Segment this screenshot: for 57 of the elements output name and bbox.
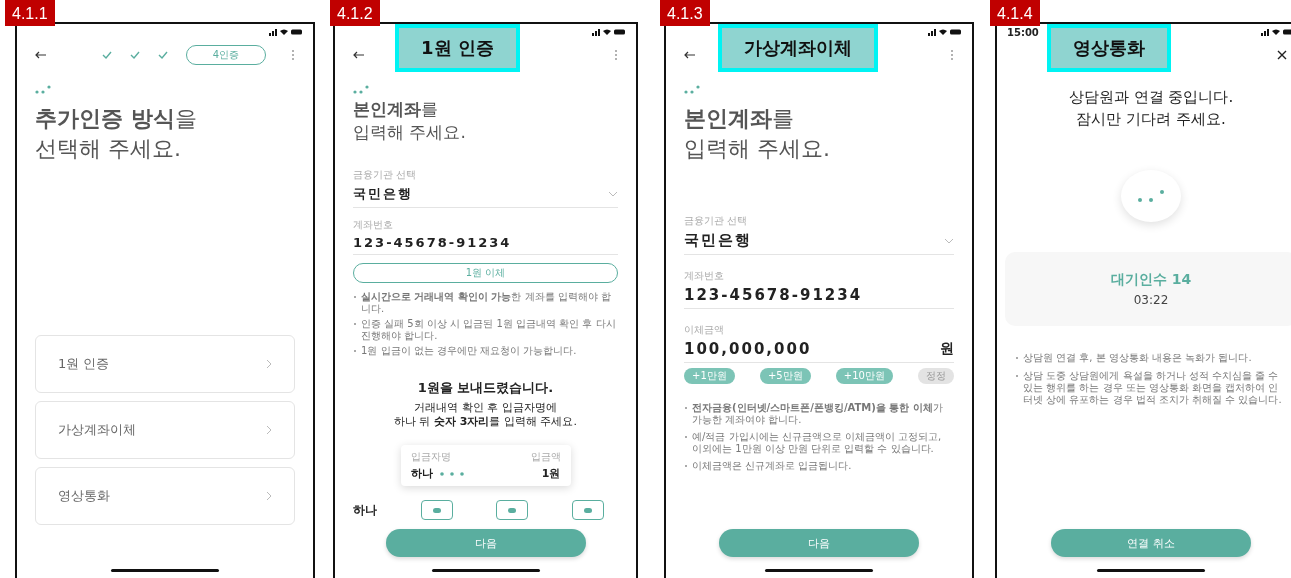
back-arrow-icon[interactable]: [353, 51, 365, 59]
wait-time: 03:22: [1133, 293, 1169, 307]
notice-text: 1원 입금이 없는 경우에만 재요청이 가능합니다.: [353, 345, 618, 357]
more-icon[interactable]: [950, 49, 954, 61]
caption-label: 영상통화: [1047, 24, 1171, 72]
notice-text: 전자금융(인터넷/스마트폰/폰뱅킹/ATM)을 통한 이체가 가능한 계좌여야 합니다.: [684, 402, 954, 426]
status-icons: [269, 28, 303, 36]
caption-label: 가상계좌이체: [718, 24, 878, 72]
status-icons: [928, 28, 962, 36]
page-title: 본인계좌를 입력해 주세요.: [353, 98, 467, 144]
chevron-down-icon: [944, 237, 954, 244]
sent-heading: 1원을 보내드렸습니다.: [416, 379, 555, 397]
chevron-right-icon: [266, 425, 272, 435]
code-digit-field[interactable]: [496, 500, 529, 520]
input-field[interactable]: 계좌번호 123-45678-91234: [353, 218, 618, 255]
back-arrow-icon[interactable]: [684, 51, 696, 59]
example-label: 입금액: [530, 450, 561, 464]
masked-digits-icon: [438, 471, 465, 476]
chevron-right-icon: [266, 491, 272, 501]
queue-count: 대기인수 14: [1110, 271, 1192, 289]
page-title: 추가인증 방식을 선택해 주세요.: [35, 105, 198, 163]
notice-text: 인증 실패 5회 이상 시 입금된 1원 입금내역 확인 후 다시 진행해야 합니다.: [353, 318, 618, 342]
code-digit-field[interactable]: [571, 500, 604, 520]
method-option[interactable]: 가상계좌이체: [35, 401, 295, 459]
chevron-down-icon: [608, 191, 618, 197]
example-sender: 하나: [410, 466, 433, 481]
sent-instructions: 거래내역 확인 후 입금자명에 하나 뒤 숫자 3자리를 입력해 주세요.: [393, 401, 578, 429]
loading-indicator: [1121, 170, 1181, 222]
notice-text: 상담 도중 상담원에게 욕설을 하거나 성적 수치심을 줄 수 있는 행위를 하는 경우 또는 영상통화 화면을 캡처하여 인터넷 상에 유포하는 경우 법적 조치가 취해질 수 있습니다.: [1015, 370, 1287, 406]
code-digit-field[interactable]: [420, 500, 453, 520]
notice-text: 이체금액은 신규계좌로 입금됩니다.: [684, 460, 954, 472]
figure-label: 4.1.1: [5, 0, 55, 26]
caption-label: 1원 인증: [395, 24, 520, 72]
figure-label: 4.1.4: [990, 0, 1040, 26]
notice-text: 상담원 연결 후, 본 영상통화 내용은 녹화가 됩니다.: [1015, 352, 1287, 364]
close-icon[interactable]: [1277, 50, 1287, 60]
notice-text: 실시간으로 거래내역 확인이 가능한 계좌를 입력해야 합니다.: [353, 291, 618, 315]
status-time: 15:00: [1007, 26, 1039, 38]
more-icon[interactable]: [614, 49, 618, 61]
input-field[interactable]: 계좌번호 123-45678-91234: [684, 269, 954, 309]
input-field[interactable]: 이체금액 100,000,000 원: [684, 323, 954, 363]
code-prefix: 하나: [353, 501, 377, 519]
page-title: 본인계좌를 입력해 주세요.: [684, 105, 831, 163]
input-field[interactable]: 금융기관 선택 국민은행: [353, 168, 618, 208]
notice-text: 예/적금 가입시에는 신규금액으로 이체금액이 고정되고, 이외에는 1만원 이상 만원 단위로 입력할 수 있습니다.: [684, 431, 954, 455]
example-amount: 1원: [541, 466, 561, 481]
back-arrow-icon[interactable]: [35, 51, 47, 59]
method-option[interactable]: 1원 인증: [35, 335, 295, 393]
figure-label: 4.1.3: [660, 0, 710, 26]
connecting-message: 상담원과 연결 중입니다. 잠시만 기다려 주세요.: [1067, 87, 1235, 130]
example-label: 입금자명: [410, 450, 451, 464]
method-option[interactable]: 영상통화: [35, 467, 295, 525]
status-icons: [592, 28, 626, 36]
figure-label: 4.1.2: [330, 0, 380, 26]
input-field[interactable]: 금융기관 선택 국민은행: [684, 214, 954, 255]
chevron-right-icon: [266, 359, 272, 369]
more-icon[interactable]: [291, 49, 295, 61]
